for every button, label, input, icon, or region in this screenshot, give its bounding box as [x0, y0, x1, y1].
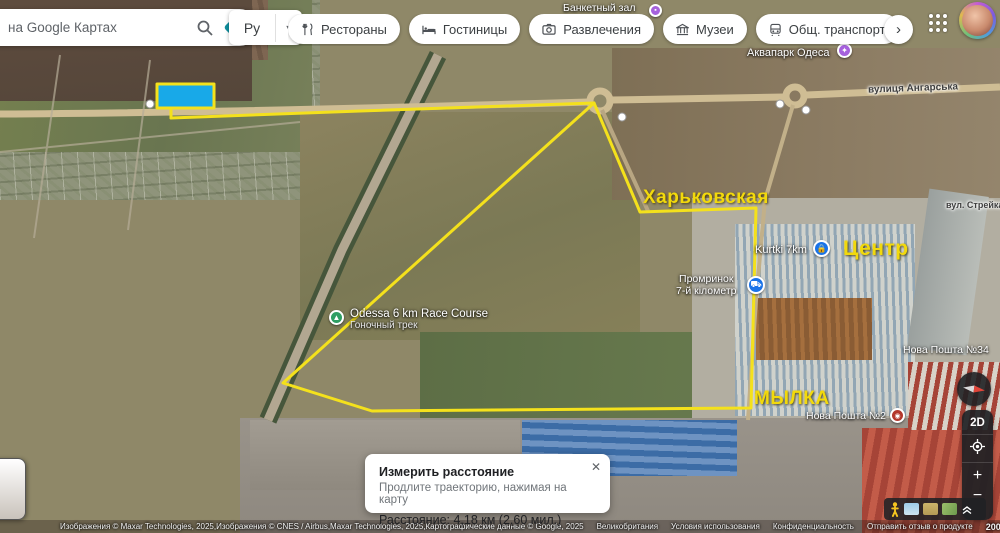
chevron-right-icon: ›	[896, 21, 901, 38]
measure-card-title: Измерить расстояние	[379, 465, 596, 479]
compass-control[interactable]	[957, 372, 991, 406]
transit-icon	[769, 23, 782, 36]
chips-scroll-right-button[interactable]: ›	[884, 15, 913, 44]
measurement-route	[157, 84, 756, 411]
imagery-thumbnail[interactable]	[923, 503, 938, 515]
annotation-kharkivska: Харьковская	[643, 187, 769, 209]
pegman-icon[interactable]	[890, 502, 900, 517]
chip-label: Гостиницы	[443, 22, 507, 37]
poi-label-nova-poshta-34[interactable]: Нова Пошта №34	[903, 344, 989, 356]
scale-control[interactable]: 200 м	[986, 522, 1000, 532]
race-course-title: Odessa 6 km Race Course	[350, 308, 488, 320]
my-location-button[interactable]	[962, 434, 993, 462]
poi-label-kurtki[interactable]: Kurtki 7km	[755, 244, 807, 256]
nova-poshta-poi-icon[interactable]: ◉	[890, 408, 905, 423]
restaurant-icon	[301, 23, 314, 36]
imagery-layers-bar	[884, 498, 986, 520]
measure-distance-card: Измерить расстояние Продлите траекторию,…	[365, 454, 610, 513]
footer-link-terms[interactable]: Условия использования	[671, 522, 760, 531]
chevron-up-double-icon[interactable]	[961, 503, 973, 515]
account-avatar[interactable]	[959, 2, 996, 39]
zoom-in-button[interactable]: +	[962, 462, 993, 486]
map-canvas[interactable]: Банкетный зал ▪ Аквапарк Одеса ✦ вулиця …	[0, 0, 1000, 533]
poi-label-nova-poshta-2[interactable]: Нова Пошта №2	[806, 410, 886, 422]
chip-label: Развлечения	[563, 22, 641, 37]
museum-icon	[676, 23, 689, 36]
annotation-center: Центр	[843, 237, 909, 261]
street-label-right: вул. Стрейка	[946, 200, 1000, 210]
footer-link-feedback[interactable]: Отправить отзыв о продукте	[867, 522, 973, 531]
chip-restaurants[interactable]: Рестораны	[288, 14, 400, 44]
compass-needle-icon	[961, 376, 987, 402]
my-location-icon	[970, 439, 985, 454]
search-input[interactable]: на Google Картах	[8, 20, 193, 35]
search-icon[interactable]	[193, 16, 217, 40]
measure-card-hint: Продлите траекторию, нажимая на карту	[379, 482, 596, 506]
poi-label-race-course[interactable]: Odessa 6 km Race Course Гоночный трек	[350, 308, 488, 331]
chip-transit[interactable]: Общ. транспорт	[756, 14, 899, 44]
price-filter-label: Ру	[229, 14, 276, 42]
google-apps-icon[interactable]	[929, 14, 951, 36]
chip-museums[interactable]: Музеи	[663, 14, 747, 44]
promrynok-cart-icon[interactable]: ⛟	[747, 276, 765, 294]
poi-label-banquet-hall[interactable]: Банкетный зал	[563, 2, 635, 14]
photo-card-partial[interactable]	[0, 458, 26, 520]
footer-link-region[interactable]: Великобритания	[597, 522, 658, 531]
poi-label-aquapark[interactable]: Аквапарк Одеса	[747, 47, 830, 59]
poi-label-promrynok[interactable]: Промринок 7-й кілометр	[676, 273, 737, 297]
close-icon[interactable]: ✕	[591, 460, 601, 474]
search-bar[interactable]: на Google Картах ➜	[0, 9, 258, 46]
avatar-photo	[962, 5, 993, 36]
map-type-2d-button[interactable]: 2D	[970, 410, 985, 434]
chip-hotels[interactable]: Гостиницы	[409, 14, 520, 44]
hotel-icon	[422, 23, 436, 36]
drawn-rectangle[interactable]	[157, 84, 214, 108]
chip-label: Общ. транспорт	[789, 22, 886, 37]
chip-label: Рестораны	[321, 22, 387, 37]
race-course-subtitle: Гоночный трек	[350, 320, 488, 331]
measure-card-distance: Расстояние: 4,18 км (2,60 мил.)	[379, 513, 596, 527]
chip-entertainment[interactable]: Развлечения	[529, 14, 654, 44]
camera-icon	[542, 23, 556, 36]
race-course-park-icon[interactable]: ▲	[329, 310, 344, 325]
promrynok-line1: Промринок	[676, 273, 737, 285]
annotation-mylka: МЫЛКА	[754, 388, 830, 410]
chip-label: Музеи	[696, 22, 734, 37]
footer-link-privacy[interactable]: Конфиденциальность	[773, 522, 854, 531]
scale-label: 200 м	[986, 522, 1000, 532]
kurtki-poi-icon[interactable]: 🔒	[813, 240, 830, 257]
promrynok-line2: 7-й кілометр	[676, 285, 737, 297]
imagery-thumbnail[interactable]	[904, 503, 919, 515]
imagery-thumbnail[interactable]	[942, 503, 957, 515]
category-chips: Рестораны Гостиницы Развлечения Музеи Об…	[288, 14, 910, 46]
